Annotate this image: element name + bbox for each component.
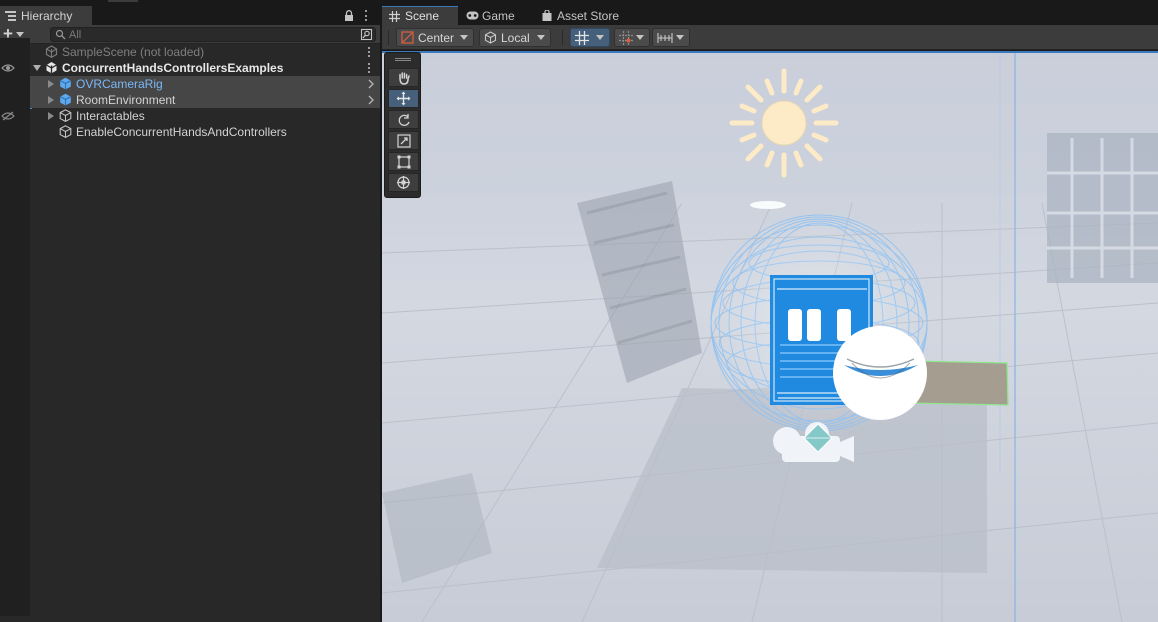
scale-tool-icon [396, 133, 411, 148]
scale-tool-button[interactable] [388, 131, 419, 150]
hierarchy-row-label: OVRCameraRig [76, 77, 163, 91]
prefab-icon [59, 93, 72, 106]
grid-snap-icon [619, 30, 633, 45]
chevron-down-icon [460, 35, 468, 40]
scene-render [382, 53, 1158, 622]
move-tool-icon [396, 91, 411, 106]
chevron-down-icon [15, 31, 24, 37]
transform-tools-overlay [384, 52, 421, 198]
hand-tool-icon [398, 71, 410, 85]
chevron-down-icon [537, 35, 545, 40]
chevron-right-icon[interactable] [368, 79, 374, 89]
tab-scene[interactable]: Scene [382, 6, 458, 25]
grid-icon [575, 30, 589, 45]
search-field[interactable] [50, 27, 376, 42]
transform-tool-button[interactable] [388, 173, 419, 192]
tab-hierarchy[interactable]: Hierarchy [0, 6, 92, 25]
directional-light-gizmo [729, 68, 839, 178]
hierarchy-row-label: EnableConcurrentHandsAndControllers [76, 125, 287, 139]
foldout-collapsed-icon[interactable] [48, 112, 54, 120]
pivot-rotation-label: Local [501, 30, 530, 45]
rotate-tool-icon [398, 113, 410, 126]
rotate-tool-button[interactable] [388, 110, 419, 129]
foldout-collapsed-icon[interactable] [48, 96, 54, 104]
chevron-down-icon [676, 35, 684, 40]
hierarchy-tabbar: Hierarchy [0, 6, 380, 25]
tab-asset-store[interactable]: Asset Store [542, 6, 642, 25]
hierarchy-row-label: Interactables [76, 109, 145, 123]
hierarchy-icon [5, 11, 16, 21]
scene-viewport[interactable] [382, 51, 1158, 622]
row-menu-icon[interactable] [367, 46, 371, 58]
hierarchy-menu-icon[interactable] [361, 9, 371, 22]
gamepad-icon [466, 11, 479, 20]
grid-visibility-toggle[interactable] [570, 28, 610, 47]
tab-scene-label: Scene [405, 9, 440, 23]
scene-tabbar: Scene Game Asset Store [382, 6, 1158, 25]
scene-grid-icon [389, 10, 400, 22]
tab-hierarchy-label: Hierarchy [21, 8, 73, 23]
row-menu-icon[interactable] [367, 62, 371, 74]
hierarchy-row-ovrcamerarig[interactable]: OVRCameraRig [30, 76, 380, 92]
hierarchy-toolbar: + [0, 25, 380, 44]
scene-toolbar: Center Local [382, 25, 1158, 50]
foldout-collapsed-icon[interactable] [48, 80, 54, 88]
foldout-expanded-icon[interactable] [33, 65, 41, 71]
grid-snap-toggle[interactable] [614, 28, 650, 47]
room-window [1047, 133, 1158, 283]
toolbar-separator [388, 30, 389, 45]
chevron-down-icon [636, 35, 644, 40]
shopping-bag-icon [542, 10, 552, 21]
hierarchy-row-samplescene[interactable]: SampleScene (not loaded) [30, 44, 380, 60]
drag-handle[interactable] [395, 58, 411, 59]
tab-game-label: Game [482, 8, 515, 23]
visibility-gutter [0, 38, 30, 616]
hand-tool-button[interactable] [388, 68, 419, 87]
gameobject-icon [59, 109, 72, 122]
eye-icon[interactable] [1, 63, 15, 73]
hierarchy-row-label: ConcurrentHandsControllersExamples [62, 61, 284, 75]
hierarchy-row-scene-root[interactable]: ConcurrentHandsControllersExamples [30, 60, 380, 76]
move-tool-button[interactable] [388, 89, 419, 108]
eye-hidden-icon[interactable] [1, 111, 15, 121]
gameobject-icon [59, 125, 72, 138]
hierarchy-row-interactables[interactable]: Interactables [30, 108, 380, 124]
search-input[interactable] [69, 28, 349, 41]
prefab-icon [59, 77, 72, 90]
reflection-probe-gizmo [833, 326, 927, 420]
tab-game[interactable]: Game [466, 6, 532, 25]
rect-tool-button[interactable] [388, 152, 419, 171]
chevron-right-icon[interactable] [368, 95, 374, 105]
hierarchy-row-label: SampleScene (not loaded) [62, 45, 205, 59]
lock-icon[interactable] [344, 10, 354, 21]
hierarchy-row-roomenvironment[interactable]: RoomEnvironment [30, 92, 380, 108]
pivot-rotation-dropdown[interactable]: Local [479, 28, 551, 47]
search-icon [55, 29, 66, 40]
pivot-mode-label: Center [418, 30, 455, 45]
toolbar-separator [562, 30, 563, 45]
search-filter-icon[interactable] [360, 28, 373, 41]
unity-scene-icon [46, 62, 57, 74]
hierarchy-row-enableconcurrent[interactable]: EnableConcurrentHandsAndControllers [30, 124, 380, 140]
window-nub [108, 0, 138, 2]
pivot-mode-dropdown[interactable]: Center [396, 28, 474, 47]
chevron-down-icon [596, 35, 604, 40]
pivot-center-icon [401, 31, 414, 44]
transform-tool-icon [397, 176, 410, 189]
rect-tool-icon [397, 155, 410, 168]
local-space-icon [484, 31, 497, 44]
hierarchy-row-label: RoomEnvironment [76, 93, 176, 107]
tab-asset-store-label: Asset Store [557, 8, 620, 23]
increment-snap-toggle[interactable] [652, 28, 690, 47]
unity-scene-icon [45, 45, 58, 58]
ruler-icon [657, 32, 673, 43]
